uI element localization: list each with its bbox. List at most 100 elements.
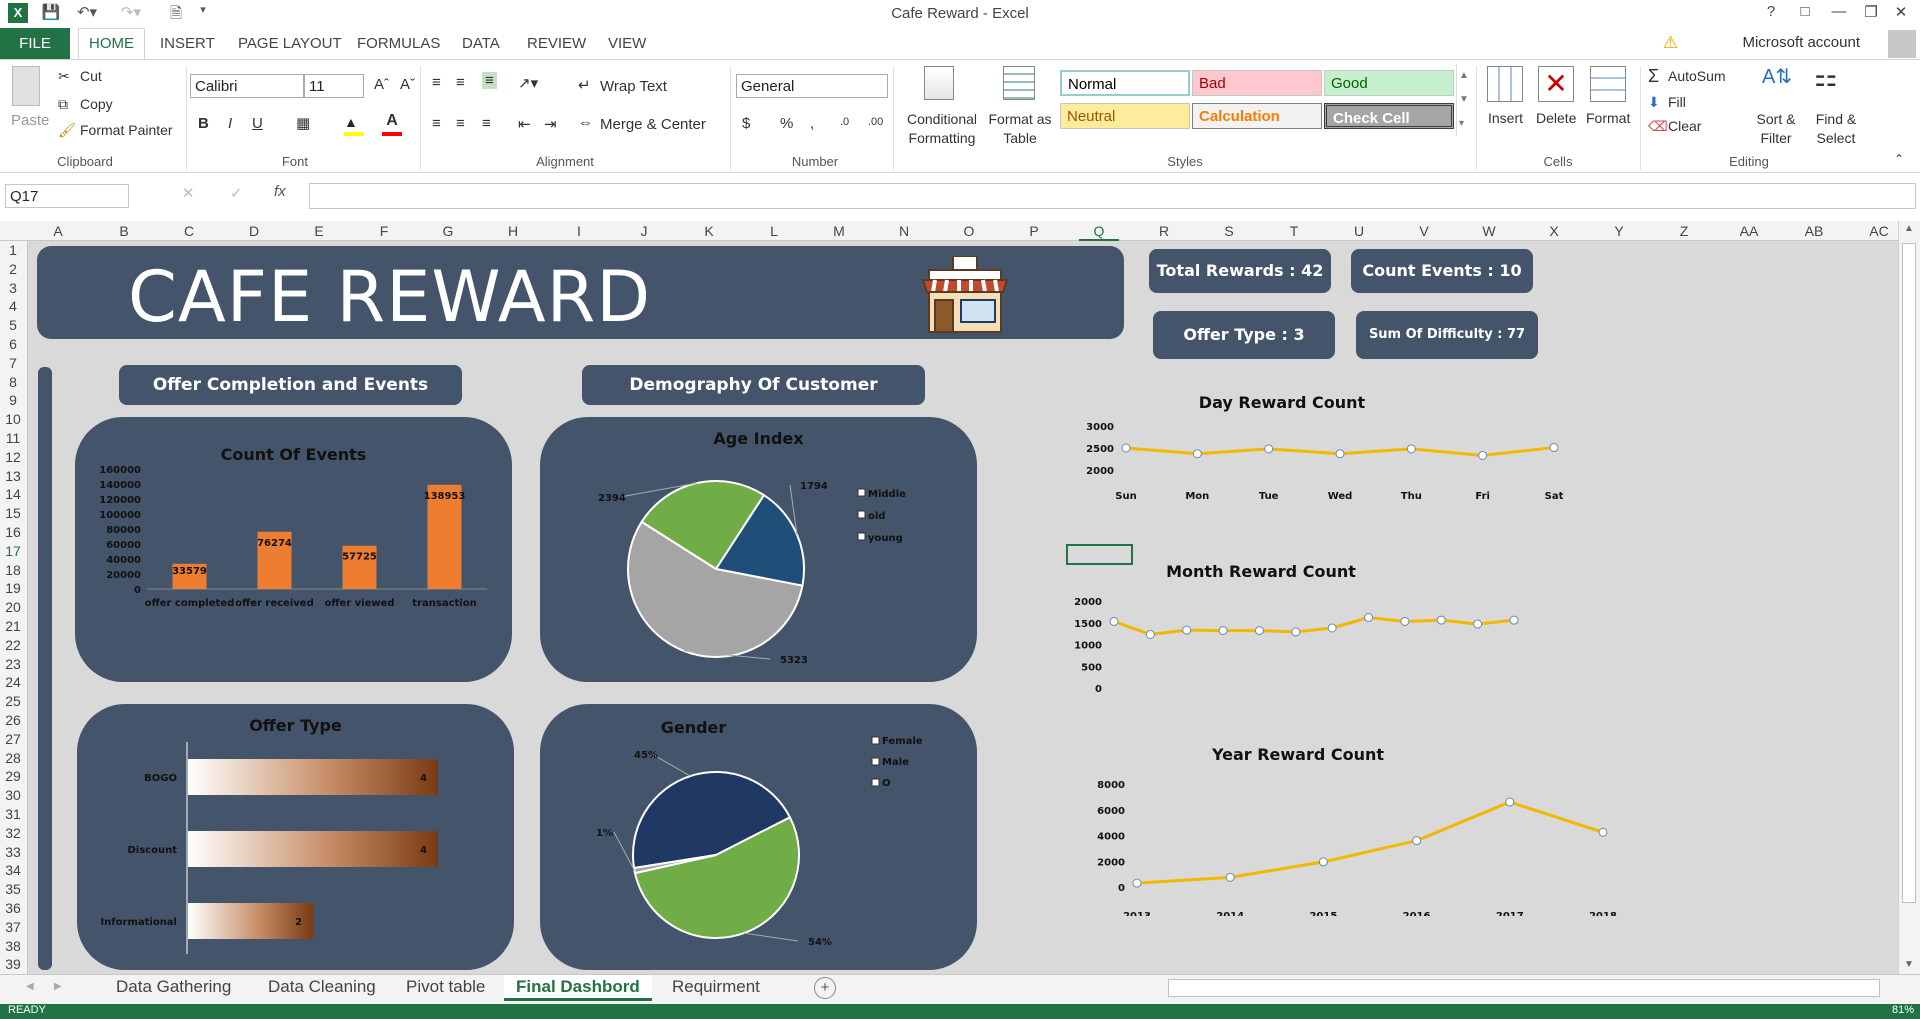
tab-review[interactable]: REVIEW: [527, 35, 586, 52]
copy-button[interactable]: Copy: [80, 96, 113, 112]
sheet-tab-final-dashbord[interactable]: Final Dashbord: [504, 975, 652, 1001]
column-header-p[interactable]: P: [1014, 223, 1054, 239]
autosum-icon[interactable]: Σ: [1648, 66, 1659, 87]
scroll-up-icon[interactable]: ▲: [1904, 223, 1914, 234]
row-header-31[interactable]: 31: [0, 806, 26, 822]
row-header-11[interactable]: 11: [0, 430, 26, 446]
collapse-ribbon-icon[interactable]: ⌃: [1894, 152, 1904, 166]
row-header-36[interactable]: 36: [0, 900, 26, 916]
font-size-select[interactable]: 11: [304, 74, 364, 98]
row-header-14[interactable]: 14: [0, 486, 26, 502]
increase-decimal-icon[interactable]: .0: [840, 116, 849, 128]
bold-button[interactable]: B: [198, 115, 209, 132]
tab-home[interactable]: HOME: [78, 28, 145, 60]
clear-icon[interactable]: ⌫: [1648, 118, 1668, 135]
column-header-n[interactable]: N: [884, 223, 924, 239]
style-good[interactable]: Good: [1324, 70, 1454, 96]
style-normal[interactable]: Normal: [1060, 70, 1190, 96]
row-header-9[interactable]: 9: [0, 392, 26, 408]
column-header-ab[interactable]: AB: [1794, 223, 1834, 239]
conditional-formatting-button[interactable]: Conditional Formatting: [900, 110, 984, 148]
borders-icon[interactable]: ▦: [296, 114, 310, 132]
column-header-u[interactable]: U: [1339, 223, 1379, 239]
cancel-icon[interactable]: ✕: [182, 184, 195, 202]
decrease-indent-icon[interactable]: ⇤: [518, 115, 531, 133]
scroll-thumb[interactable]: [1902, 243, 1916, 903]
styles-scroll-icon[interactable]: ▲ ▼ ▾: [1456, 64, 1470, 136]
column-header-v[interactable]: V: [1404, 223, 1444, 239]
column-header-k[interactable]: K: [689, 223, 729, 239]
column-header-y[interactable]: Y: [1599, 223, 1639, 239]
find-select-icon[interactable]: ⚏: [1814, 62, 1837, 93]
row-header-25[interactable]: 25: [0, 693, 26, 709]
align-bottom-icon[interactable]: ≡: [482, 72, 497, 89]
row-header-5[interactable]: 5: [0, 317, 26, 333]
format-painter-icon[interactable]: 🖌: [58, 122, 76, 139]
cut-button[interactable]: Cut: [80, 68, 102, 84]
merge-center-button[interactable]: Merge & Center: [600, 116, 706, 133]
scroll-down-icon[interactable]: ▼: [1904, 959, 1914, 970]
row-header-27[interactable]: 27: [0, 731, 26, 747]
row-header-12[interactable]: 12: [0, 449, 26, 465]
comma-button[interactable]: ,: [810, 115, 814, 132]
column-header-x[interactable]: X: [1534, 223, 1574, 239]
row-header-35[interactable]: 35: [0, 881, 26, 897]
copy-icon[interactable]: ⧉: [58, 96, 68, 113]
delete-cells-icon[interactable]: ✕: [1538, 66, 1574, 102]
sheet-tab-data-gathering[interactable]: Data Gathering: [104, 975, 243, 1001]
paste-button[interactable]: Paste: [11, 112, 49, 129]
row-header-32[interactable]: 32: [0, 825, 26, 841]
paste-icon[interactable]: [12, 66, 40, 106]
row-header-29[interactable]: 29: [0, 768, 26, 784]
zoom-level[interactable]: 81%: [1892, 1004, 1914, 1016]
column-header-c[interactable]: C: [169, 223, 209, 239]
column-header-z[interactable]: Z: [1664, 223, 1704, 239]
prev-sheet-icon[interactable]: ◀: [26, 981, 34, 992]
account-menu[interactable]: Microsoft account: [1742, 34, 1860, 51]
sort-filter-icon[interactable]: A⇅: [1762, 64, 1792, 89]
row-header-34[interactable]: 34: [0, 862, 26, 878]
sort-filter-button[interactable]: Sort & Filter: [1748, 110, 1804, 148]
vertical-scrollbar[interactable]: ▲ ▼: [1898, 221, 1920, 974]
tab-insert[interactable]: INSERT: [160, 35, 215, 52]
column-header-b[interactable]: B: [104, 223, 144, 239]
wrap-text-button[interactable]: Wrap Text: [600, 78, 667, 95]
help-icon[interactable]: ?: [1752, 3, 1790, 25]
column-header-aa[interactable]: AA: [1729, 223, 1769, 239]
style-calculation[interactable]: Calculation: [1192, 103, 1322, 129]
wrap-text-icon[interactable]: ↵: [578, 76, 591, 94]
column-header-f[interactable]: F: [364, 223, 404, 239]
row-header-21[interactable]: 21: [0, 618, 26, 634]
row-header-16[interactable]: 16: [0, 524, 26, 540]
percent-button[interactable]: %: [780, 115, 793, 132]
row-header-4[interactable]: 4: [0, 298, 26, 314]
number-format-select[interactable]: General: [736, 74, 888, 98]
style-neutral[interactable]: Neutral: [1060, 103, 1190, 129]
row-header-15[interactable]: 15: [0, 505, 26, 521]
column-header-s[interactable]: S: [1209, 223, 1249, 239]
align-right-icon[interactable]: ≡: [482, 115, 491, 132]
column-header-o[interactable]: O: [949, 223, 989, 239]
column-header-w[interactable]: W: [1469, 223, 1509, 239]
column-header-h[interactable]: H: [493, 223, 533, 239]
format-as-table-icon[interactable]: [1003, 66, 1035, 100]
row-header-39[interactable]: 39: [0, 956, 26, 972]
name-box[interactable]: Q17: [5, 184, 129, 208]
align-center-icon[interactable]: ≡: [456, 115, 465, 132]
tab-page-layout[interactable]: PAGE LAYOUT: [238, 35, 342, 52]
italic-button[interactable]: I: [228, 115, 232, 132]
row-header-30[interactable]: 30: [0, 787, 26, 803]
style-bad[interactable]: Bad: [1192, 70, 1322, 96]
row-header-6[interactable]: 6: [0, 336, 26, 352]
row-header-23[interactable]: 23: [0, 656, 26, 672]
row-header-7[interactable]: 7: [0, 355, 26, 371]
column-header-ac[interactable]: AC: [1859, 223, 1899, 239]
avatar[interactable]: [1888, 30, 1916, 58]
new-sheet-icon[interactable]: +: [814, 977, 836, 999]
font-name-select[interactable]: Calibri: [190, 74, 304, 98]
worksheet[interactable]: CAFE REWARD Total Rewards : 42 Count Eve…: [28, 241, 1898, 974]
cut-icon[interactable]: ✂: [58, 68, 70, 85]
column-header-q[interactable]: Q: [1079, 223, 1119, 241]
row-header-37[interactable]: 37: [0, 919, 26, 935]
column-header-e[interactable]: E: [299, 223, 339, 239]
